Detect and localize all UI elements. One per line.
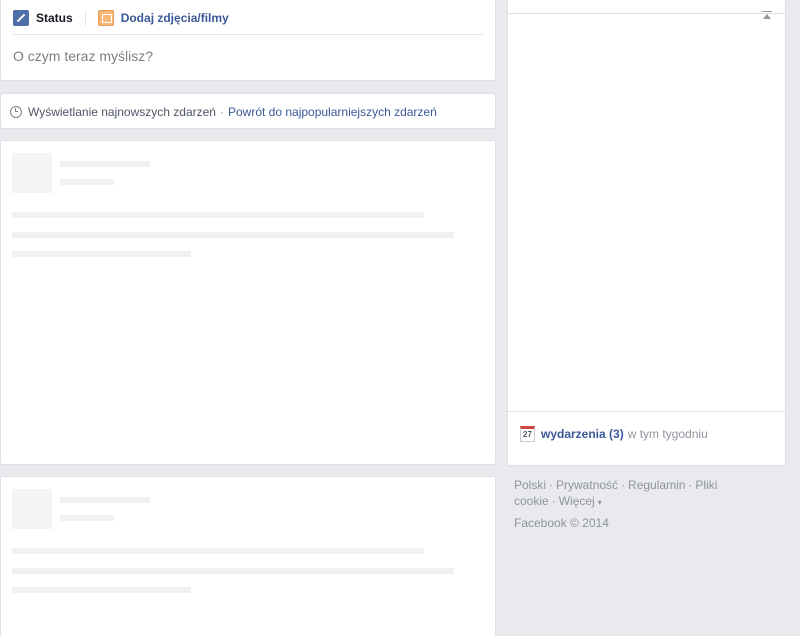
caret-down-icon: ▾ xyxy=(597,498,602,507)
text-line-placeholder xyxy=(12,232,454,238)
tab-status-label: Status xyxy=(36,11,73,25)
sidebar-top-divider xyxy=(508,13,785,14)
sort-separator: · xyxy=(219,105,224,119)
text-line-placeholder xyxy=(12,212,424,218)
pin-to-top-icon[interactable] xyxy=(762,11,772,21)
clock-icon xyxy=(10,106,22,118)
footer-link-terms[interactable]: Regulamin xyxy=(628,478,685,492)
text-line-placeholder xyxy=(12,251,191,257)
story-placeholder xyxy=(0,476,496,636)
footer-link-language[interactable]: Polski xyxy=(514,478,546,492)
status-input[interactable]: O czym teraz myślisz? xyxy=(13,48,153,64)
footer-separator: · xyxy=(688,478,693,492)
timestamp-placeholder xyxy=(60,515,114,521)
photo-icon xyxy=(97,10,114,26)
composer: Status Dodaj zdjęcia/filmy O czym teraz … xyxy=(0,0,496,81)
page-footer: Polski · Prywatność · Regulamin · Pliki cookie… xyxy=(514,477,784,531)
tab-status[interactable]: Status xyxy=(13,10,73,26)
top-stories-link[interactable]: Powrót do najpopularniejszych zdarzeń xyxy=(228,105,437,119)
avatar-placeholder xyxy=(12,153,52,193)
copyright: Facebook © 2014 xyxy=(514,516,609,530)
sidebar-divider xyxy=(508,411,785,412)
events-caption: w tym tygodniu xyxy=(627,427,708,441)
tab-add-photos-label: Dodaj zdjęcia/filmy xyxy=(120,11,229,25)
footer-link-privacy[interactable]: Prywatność xyxy=(556,478,618,492)
footer-separator: · xyxy=(549,478,554,492)
timestamp-placeholder xyxy=(60,179,114,185)
events-link[interactable]: wydarzenia (3) xyxy=(541,427,624,441)
sort-current-label: Wyświetlanie najnowszych zdarzeń xyxy=(28,105,216,119)
right-sidebar: 27 wydarzenia (3) w tym tygodniu xyxy=(507,0,786,466)
footer-link-more[interactable]: Więcej xyxy=(559,494,595,508)
story-placeholder xyxy=(0,140,496,465)
tab-divider xyxy=(84,10,86,26)
footer-links: Polski · Prywatność · Regulamin · Pliki cookie… xyxy=(514,477,784,511)
footer-separator: · xyxy=(621,478,626,492)
text-line-placeholder xyxy=(12,568,454,574)
avatar-placeholder xyxy=(12,489,52,529)
name-placeholder xyxy=(60,161,150,167)
text-line-placeholder xyxy=(12,587,191,593)
text-line-placeholder xyxy=(12,548,424,554)
pencil-icon xyxy=(13,10,29,26)
composer-tabs: Status Dodaj zdjęcia/filmy xyxy=(13,9,229,27)
composer-divider xyxy=(13,34,483,35)
tab-add-photos[interactable]: Dodaj zdjęcia/filmy xyxy=(97,10,229,26)
feed-sort-bar: Wyświetlanie najnowszych zdarzeń · Powró… xyxy=(0,93,496,129)
events-reminder: 27 wydarzenia (3) w tym tygodniu xyxy=(520,426,708,442)
footer-separator: · xyxy=(551,494,556,508)
calendar-icon: 27 xyxy=(520,426,535,442)
name-placeholder xyxy=(60,497,150,503)
